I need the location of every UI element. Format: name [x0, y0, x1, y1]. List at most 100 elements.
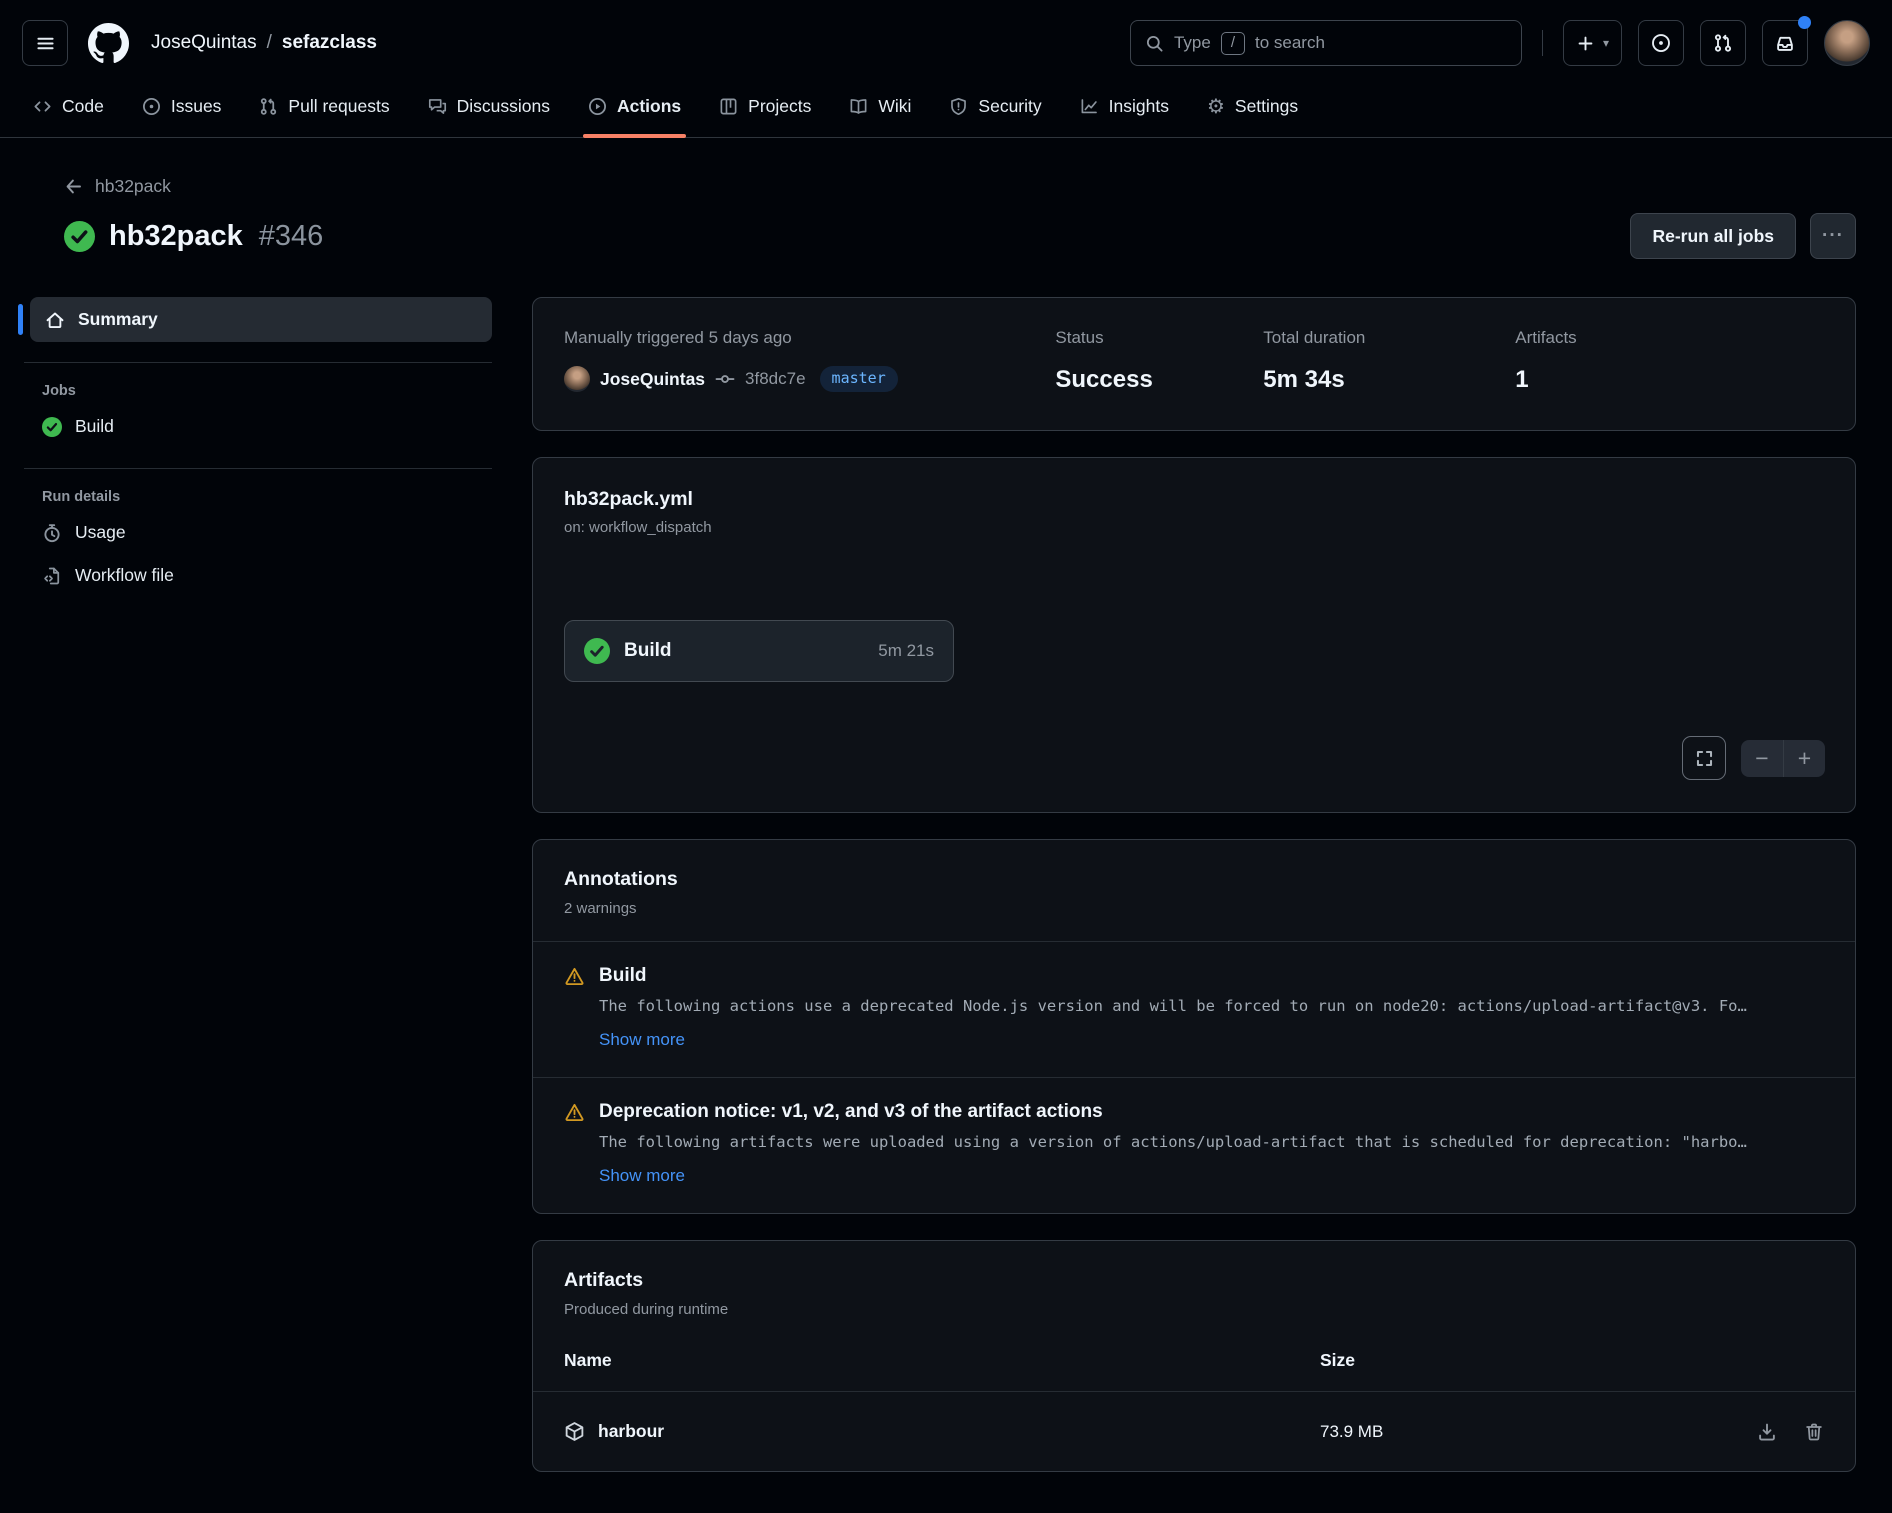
duration-value: 5m 34s	[1263, 366, 1515, 394]
branch-badge[interactable]: master	[820, 366, 898, 392]
tab-wiki[interactable]: Wiki	[830, 80, 930, 137]
tab-pull-requests[interactable]: Pull requests	[240, 80, 408, 137]
job-node-duration: 5m 21s	[878, 641, 934, 661]
comment-discussion-icon	[428, 97, 447, 116]
sidebar-item-summary[interactable]: Summary	[30, 297, 492, 342]
artifacts-subtitle: Produced during runtime	[564, 1301, 1824, 1318]
job-node-build[interactable]: Build 5m 21s	[564, 620, 954, 682]
tab-label: Wiki	[878, 96, 911, 117]
jobs-heading: Jobs	[24, 373, 492, 405]
tab-discussions[interactable]: Discussions	[409, 80, 569, 137]
sidebar-item-label: Summary	[78, 309, 158, 330]
annotations-title: Annotations	[564, 868, 1824, 891]
zoom-out-button[interactable]: −	[1741, 740, 1783, 777]
play-icon	[588, 97, 607, 116]
trash-icon[interactable]	[1804, 1422, 1824, 1442]
home-icon	[45, 310, 65, 330]
show-more-link[interactable]: Show more	[599, 1030, 685, 1050]
run-main: Manually triggered 5 days ago JoseQuinta…	[532, 297, 1856, 1498]
alert-triangle-icon	[564, 966, 585, 987]
actor-avatar[interactable]	[564, 366, 590, 392]
run-page: hb32pack hb32pack #346 Re-run all jobs ·…	[0, 138, 1892, 1498]
sidebar-item-usage[interactable]: Usage	[24, 511, 144, 554]
annotations-card: Annotations 2 warnings Build The followi…	[532, 839, 1856, 1214]
hamburger-menu-button[interactable]	[22, 20, 68, 66]
artifacts-card: Artifacts Produced during runtime Name S…	[532, 1240, 1856, 1472]
warning-message: The following actions use a deprecated N…	[599, 997, 1824, 1015]
tab-code[interactable]: Code	[14, 80, 123, 137]
gear-icon: ⚙	[1207, 97, 1225, 117]
warning-title-row: Deprecation notice: v1, v2, and v3 of th…	[564, 1101, 1824, 1123]
check-circle-icon	[64, 221, 95, 252]
three-bars-icon	[36, 34, 55, 53]
run-summary-card: Manually triggered 5 days ago JoseQuinta…	[532, 297, 1856, 431]
run-actions: Re-run all jobs ···	[1630, 213, 1856, 259]
column-name: Name	[564, 1350, 1320, 1371]
tab-label: Code	[62, 96, 104, 117]
artifacts-title: Artifacts	[564, 1269, 1824, 1292]
run-sidebar: Summary Jobs Build Run details Usage	[24, 297, 492, 597]
graph-controls: − +	[1682, 736, 1825, 780]
git-pull-request-icon	[259, 97, 278, 116]
github-logo-icon[interactable]	[88, 23, 129, 64]
tab-label: Discussions	[457, 96, 550, 117]
breadcrumb-owner[interactable]: JoseQuintas	[151, 32, 257, 54]
run-title: hb32pack	[109, 220, 243, 253]
annotations-header: Annotations 2 warnings	[533, 840, 1855, 942]
tab-label: Settings	[1235, 96, 1298, 117]
search-placeholder-before: Type	[1174, 33, 1211, 53]
tab-insights[interactable]: Insights	[1061, 80, 1188, 137]
column-size: Size	[1320, 1350, 1824, 1371]
pull-requests-button[interactable]	[1700, 20, 1746, 66]
sidebar-job-build[interactable]: Build	[24, 405, 132, 448]
kebab-menu-button[interactable]: ···	[1810, 213, 1856, 259]
status-cell: Status Success	[1055, 328, 1263, 394]
search-slash-kbd: /	[1221, 32, 1245, 55]
search-input[interactable]: Type / to search	[1130, 20, 1522, 66]
create-new-button[interactable]: ▾	[1563, 20, 1622, 66]
run-details-heading: Run details	[24, 479, 492, 511]
commit-sha[interactable]: 3f8dc7e	[745, 369, 806, 389]
back-link-label: hb32pack	[95, 176, 171, 197]
artifacts-cell: Artifacts 1	[1515, 328, 1824, 394]
artifact-row: harbour 73.9 MB	[533, 1391, 1855, 1471]
user-avatar[interactable]	[1824, 20, 1870, 66]
tab-label: Projects	[748, 96, 811, 117]
breadcrumb-separator: /	[267, 32, 272, 54]
show-more-link[interactable]: Show more	[599, 1166, 685, 1186]
tab-actions[interactable]: Actions	[569, 80, 700, 137]
tab-settings[interactable]: ⚙ Settings	[1188, 80, 1317, 137]
duration-label: Total duration	[1263, 328, 1515, 348]
tab-projects[interactable]: Projects	[700, 80, 830, 137]
arrow-left-icon	[64, 177, 83, 196]
tab-issues[interactable]: Issues	[123, 80, 241, 137]
workflow-graph-card: hb32pack.yml on: workflow_dispatch Build…	[532, 457, 1856, 813]
job-node-name: Build	[624, 640, 672, 662]
inbox-icon	[1775, 33, 1795, 53]
breadcrumb: JoseQuintas / sefazclass	[151, 32, 377, 54]
tab-security[interactable]: Security	[930, 80, 1060, 137]
zoom-in-button[interactable]: +	[1783, 740, 1825, 777]
warning-message: The following artifacts were uploaded us…	[599, 1133, 1824, 1151]
back-link[interactable]: hb32pack	[64, 176, 171, 197]
inbox-button[interactable]	[1762, 20, 1808, 66]
actor-row: JoseQuintas 3f8dc7e master	[564, 366, 1055, 392]
annotations-subtitle: 2 warnings	[564, 900, 1824, 917]
global-header: JoseQuintas / sefazclass Type / to searc…	[0, 0, 1892, 80]
stopwatch-icon	[42, 523, 62, 543]
file-code-icon	[42, 566, 62, 586]
sidebar-item-workflow-file[interactable]: Workflow file	[24, 554, 192, 597]
issues-button[interactable]	[1638, 20, 1684, 66]
artifacts-count: 1	[1515, 366, 1824, 394]
breadcrumb-repo[interactable]: sefazclass	[282, 32, 377, 54]
rerun-all-jobs-button[interactable]: Re-run all jobs	[1630, 213, 1796, 259]
code-icon	[33, 97, 52, 116]
artifacts-label: Artifacts	[1515, 328, 1824, 348]
artifact-name[interactable]: harbour	[598, 1421, 664, 1442]
actor-name[interactable]: JoseQuintas	[600, 369, 705, 390]
fullscreen-button[interactable]	[1682, 736, 1726, 780]
repo-tab-nav: Code Issues Pull requests Discussions Ac…	[0, 80, 1892, 138]
download-icon[interactable]	[1757, 1422, 1777, 1442]
duration-cell: Total duration 5m 34s	[1263, 328, 1515, 394]
divider	[24, 468, 492, 469]
